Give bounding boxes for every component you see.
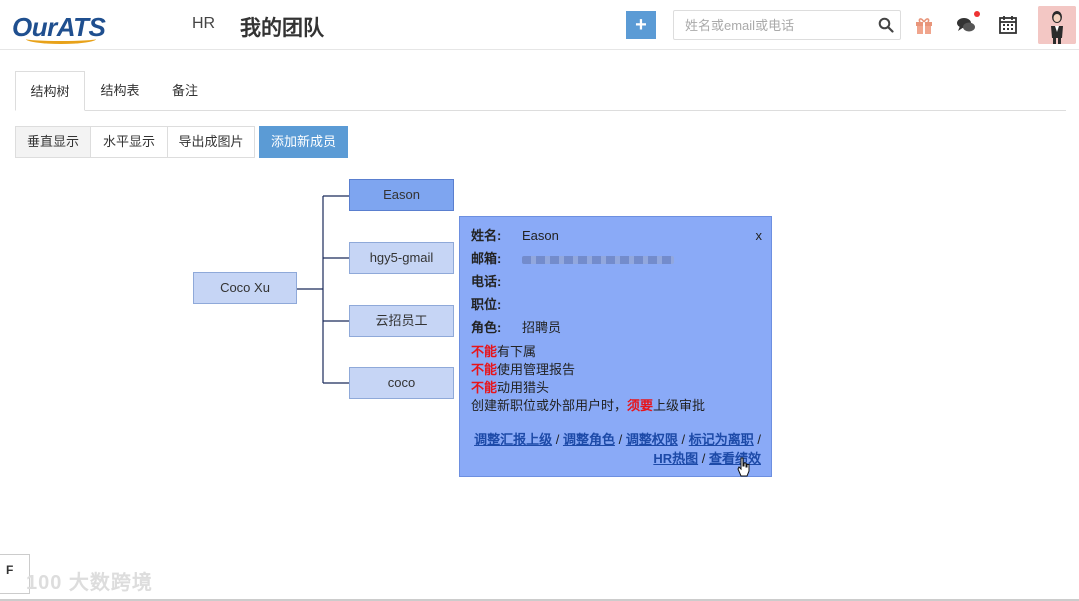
- perm-subordinates: 不能有下属: [471, 343, 536, 361]
- close-popup-button[interactable]: x: [756, 228, 763, 243]
- name-value: Eason: [522, 228, 559, 243]
- tab-notes[interactable]: 备注: [160, 71, 210, 111]
- phone-label: 电话:: [471, 274, 502, 289]
- adjust-report-link[interactable]: 调整汇报上级: [474, 432, 552, 447]
- email-label: 邮箱:: [471, 251, 502, 266]
- view-performance-link[interactable]: 查看绩效: [709, 451, 761, 466]
- horizontal-view-button[interactable]: 水平显示: [90, 126, 168, 158]
- perm-reports: 不能使用管理报告: [471, 361, 575, 379]
- hr-heatmap-link[interactable]: HR热图: [653, 451, 698, 466]
- hand-cursor-icon: [737, 457, 750, 477]
- phone-row: 电话:: [471, 273, 522, 291]
- role-row: 角色: 招聘员: [471, 319, 561, 337]
- chat-icon[interactable]: [955, 14, 977, 36]
- tab-structure-table[interactable]: 结构表: [89, 71, 151, 111]
- action-links-row-2: HR热图 / 查看绩效: [474, 449, 761, 468]
- link-separator: /: [681, 432, 686, 447]
- logo-swoosh: [26, 34, 96, 44]
- adjust-role-link[interactable]: 调整角色: [563, 432, 615, 447]
- role-label: 角色:: [471, 320, 502, 335]
- org-node-root[interactable]: Coco Xu: [193, 272, 297, 304]
- org-node-coco[interactable]: coco: [349, 367, 454, 399]
- link-separator: /: [701, 451, 706, 466]
- link-separator: /: [757, 432, 761, 447]
- page-title: 我的团队: [240, 17, 324, 40]
- top-header: OurATS HR 我的团队 +: [0, 0, 1079, 50]
- watermark-logo: 100 大数跨境: [26, 572, 153, 594]
- name-row: 姓名: Eason: [471, 227, 559, 245]
- perm-headhunter: 不能动用猎头: [471, 379, 549, 397]
- org-node-hgy5[interactable]: hgy5-gmail: [349, 242, 454, 274]
- tab-structure-tree[interactable]: 结构树: [15, 71, 85, 111]
- search-input[interactable]: [674, 11, 874, 39]
- action-links-row-1: 调整汇报上级 / 调整角色 / 调整权限 / 标记为离职 /: [474, 430, 761, 449]
- position-label: 职位:: [471, 297, 502, 312]
- vertical-view-button[interactable]: 垂直显示: [15, 126, 91, 158]
- export-image-button[interactable]: 导出成图片: [167, 126, 255, 158]
- name-label: 姓名:: [471, 228, 502, 243]
- perm-prefix: 不能: [471, 380, 498, 395]
- org-node-eason[interactable]: Eason: [349, 179, 454, 211]
- avatar-figure-icon: [1038, 6, 1076, 44]
- link-separator: /: [618, 432, 623, 447]
- link-separator: /: [555, 432, 560, 447]
- tab-bar: 结构树 结构表 备注: [15, 71, 1066, 111]
- search-icon[interactable]: [878, 17, 894, 33]
- perm-text: 动用猎头: [497, 380, 550, 395]
- role-value: 招聘员: [522, 320, 562, 335]
- approval-required: 须要: [627, 398, 654, 413]
- search-box[interactable]: [673, 10, 901, 40]
- perm-prefix: 不能: [471, 344, 498, 359]
- user-role: HR: [192, 15, 216, 32]
- gift-icon[interactable]: [913, 14, 935, 36]
- ouats-logo[interactable]: OurATS: [12, 8, 108, 44]
- add-button[interactable]: +: [626, 11, 656, 39]
- calendar-icon[interactable]: [997, 14, 1019, 36]
- add-member-button[interactable]: 添加新成员: [259, 126, 348, 158]
- adjust-permission-link[interactable]: 调整权限: [626, 432, 678, 447]
- member-detail-popup: x 姓名: Eason 邮箱: 电话: 职位: 角色: 招聘员 不能有下属 不能使用…: [459, 216, 772, 477]
- perm-prefix: 不能: [471, 362, 498, 377]
- perm-approval: 创建新职位或外部用户时，须要上级审批: [471, 397, 705, 415]
- approval-post: 上级审批: [653, 398, 706, 413]
- org-node-yunzhao[interactable]: 云招员工: [349, 305, 454, 337]
- email-value-blurred: [522, 255, 674, 264]
- user-avatar[interactable]: [1038, 6, 1076, 44]
- notification-dot: [974, 11, 980, 17]
- email-row: 邮箱:: [471, 250, 674, 268]
- side-toggle-label: F: [6, 563, 14, 577]
- approval-pre: 创建新职位或外部用户时，: [471, 398, 628, 413]
- perm-text: 使用管理报告: [497, 362, 576, 377]
- mark-leave-link[interactable]: 标记为离职: [689, 432, 754, 447]
- position-row: 职位:: [471, 296, 522, 314]
- perm-text: 有下属: [497, 344, 537, 359]
- popup-action-links: 调整汇报上级 / 调整角色 / 调整权限 / 标记为离职 / HR热图 / 查看…: [474, 430, 761, 468]
